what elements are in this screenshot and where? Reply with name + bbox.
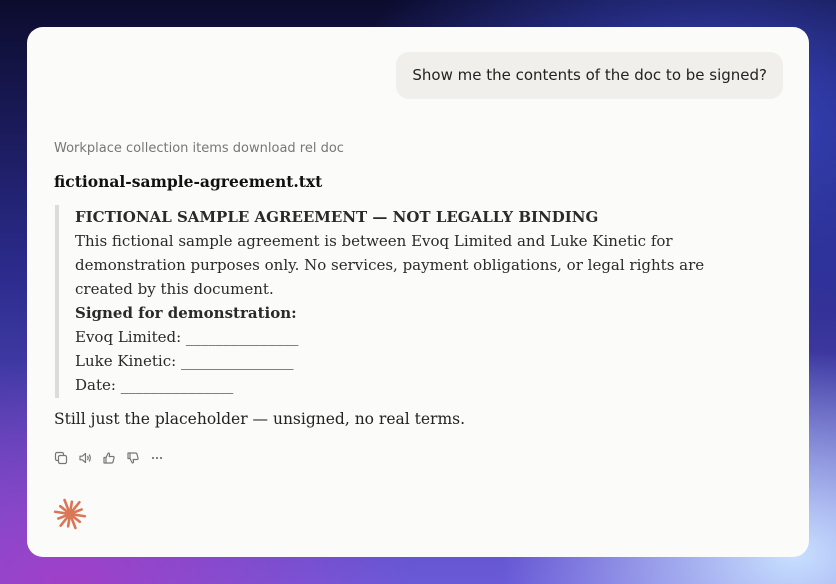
signature-line: Evoq Limited: _______________ bbox=[75, 328, 299, 346]
user-message-text: Show me the contents of the doc to be si… bbox=[412, 66, 767, 84]
thumbs-down-icon[interactable] bbox=[126, 451, 140, 465]
document-quote-block: FICTIONAL SAMPLE AGREEMENT — NOT LEGALLY… bbox=[55, 205, 705, 398]
message-actions bbox=[54, 451, 164, 465]
chat-panel: Show me the contents of the doc to be si… bbox=[27, 27, 809, 557]
thumbs-up-icon[interactable] bbox=[102, 451, 116, 465]
signature-line: Date: _______________ bbox=[75, 376, 234, 394]
document-body-line: created by this document. bbox=[75, 280, 274, 298]
signed-label: Signed for demonstration: bbox=[75, 304, 297, 322]
document-body-line: This fictional sample agreement is betwe… bbox=[75, 232, 673, 250]
assistant-logo-icon bbox=[53, 498, 87, 530]
document-file-name: fictional-sample-agreement.txt bbox=[54, 172, 323, 191]
more-icon[interactable] bbox=[150, 451, 164, 465]
document-heading: FICTIONAL SAMPLE AGREEMENT — NOT LEGALLY… bbox=[75, 208, 599, 226]
copy-icon[interactable] bbox=[54, 451, 68, 465]
assistant-reply: Still just the placeholder — unsigned, n… bbox=[54, 410, 466, 428]
signature-line: Luke Kinetic: _______________ bbox=[75, 352, 294, 370]
document-body-line: demonstration purposes only. No services… bbox=[75, 256, 705, 274]
source-label: Workplace collection items download rel … bbox=[54, 141, 344, 156]
speaker-icon[interactable] bbox=[78, 451, 92, 465]
user-message-bubble: Show me the contents of the doc to be si… bbox=[396, 52, 783, 99]
